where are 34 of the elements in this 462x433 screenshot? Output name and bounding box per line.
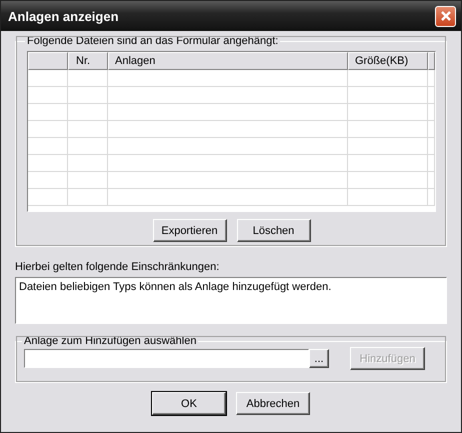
column-header[interactable]: Anlagen bbox=[108, 52, 348, 70]
table-cell bbox=[28, 70, 68, 87]
table-cell bbox=[28, 87, 68, 104]
dialog-button[interactable]: Abbrechen bbox=[236, 392, 310, 415]
table-cell bbox=[68, 121, 108, 138]
table-cell bbox=[68, 155, 108, 172]
table-cell bbox=[28, 172, 68, 189]
column-header[interactable] bbox=[428, 52, 435, 70]
close-icon bbox=[440, 10, 452, 22]
table-cell bbox=[28, 121, 68, 138]
close-button[interactable] bbox=[435, 6, 456, 26]
table-cell bbox=[68, 104, 108, 121]
dialog-button[interactable]: Exportieren bbox=[152, 219, 226, 242]
table-cell bbox=[28, 138, 68, 155]
group-legend: Anlage zum Hinzufügen auswählen bbox=[22, 335, 198, 347]
dialog-button[interactable]: Löschen bbox=[236, 219, 310, 242]
browse-button[interactable]: ... bbox=[309, 349, 329, 368]
table-cell bbox=[28, 104, 68, 121]
window-title: Anlagen anzeigen bbox=[8, 8, 119, 24]
table-cell bbox=[28, 189, 68, 206]
table-cell bbox=[68, 138, 108, 155]
table-cell bbox=[68, 70, 108, 87]
table-cell bbox=[68, 189, 108, 206]
file-path-field[interactable] bbox=[24, 349, 309, 368]
restrictions-text: Dateien beliebigen Typs können als Anlage hinzugefügt werden. bbox=[15, 277, 447, 324]
column-header[interactable]: Nr. bbox=[68, 52, 108, 70]
dialog-button[interactable]: OK bbox=[152, 392, 226, 415]
group-legend: Folgende Dateien sind an das Formular angehängt: bbox=[25, 35, 280, 47]
column-header[interactable] bbox=[28, 52, 68, 70]
column-header[interactable]: Größe(KB) bbox=[348, 52, 428, 70]
restrictions-label: Hierbei gelten folgende Einschränkungen: bbox=[15, 261, 220, 273]
table-cell bbox=[28, 155, 68, 172]
table-cell bbox=[68, 87, 108, 104]
table-cell bbox=[68, 172, 108, 189]
